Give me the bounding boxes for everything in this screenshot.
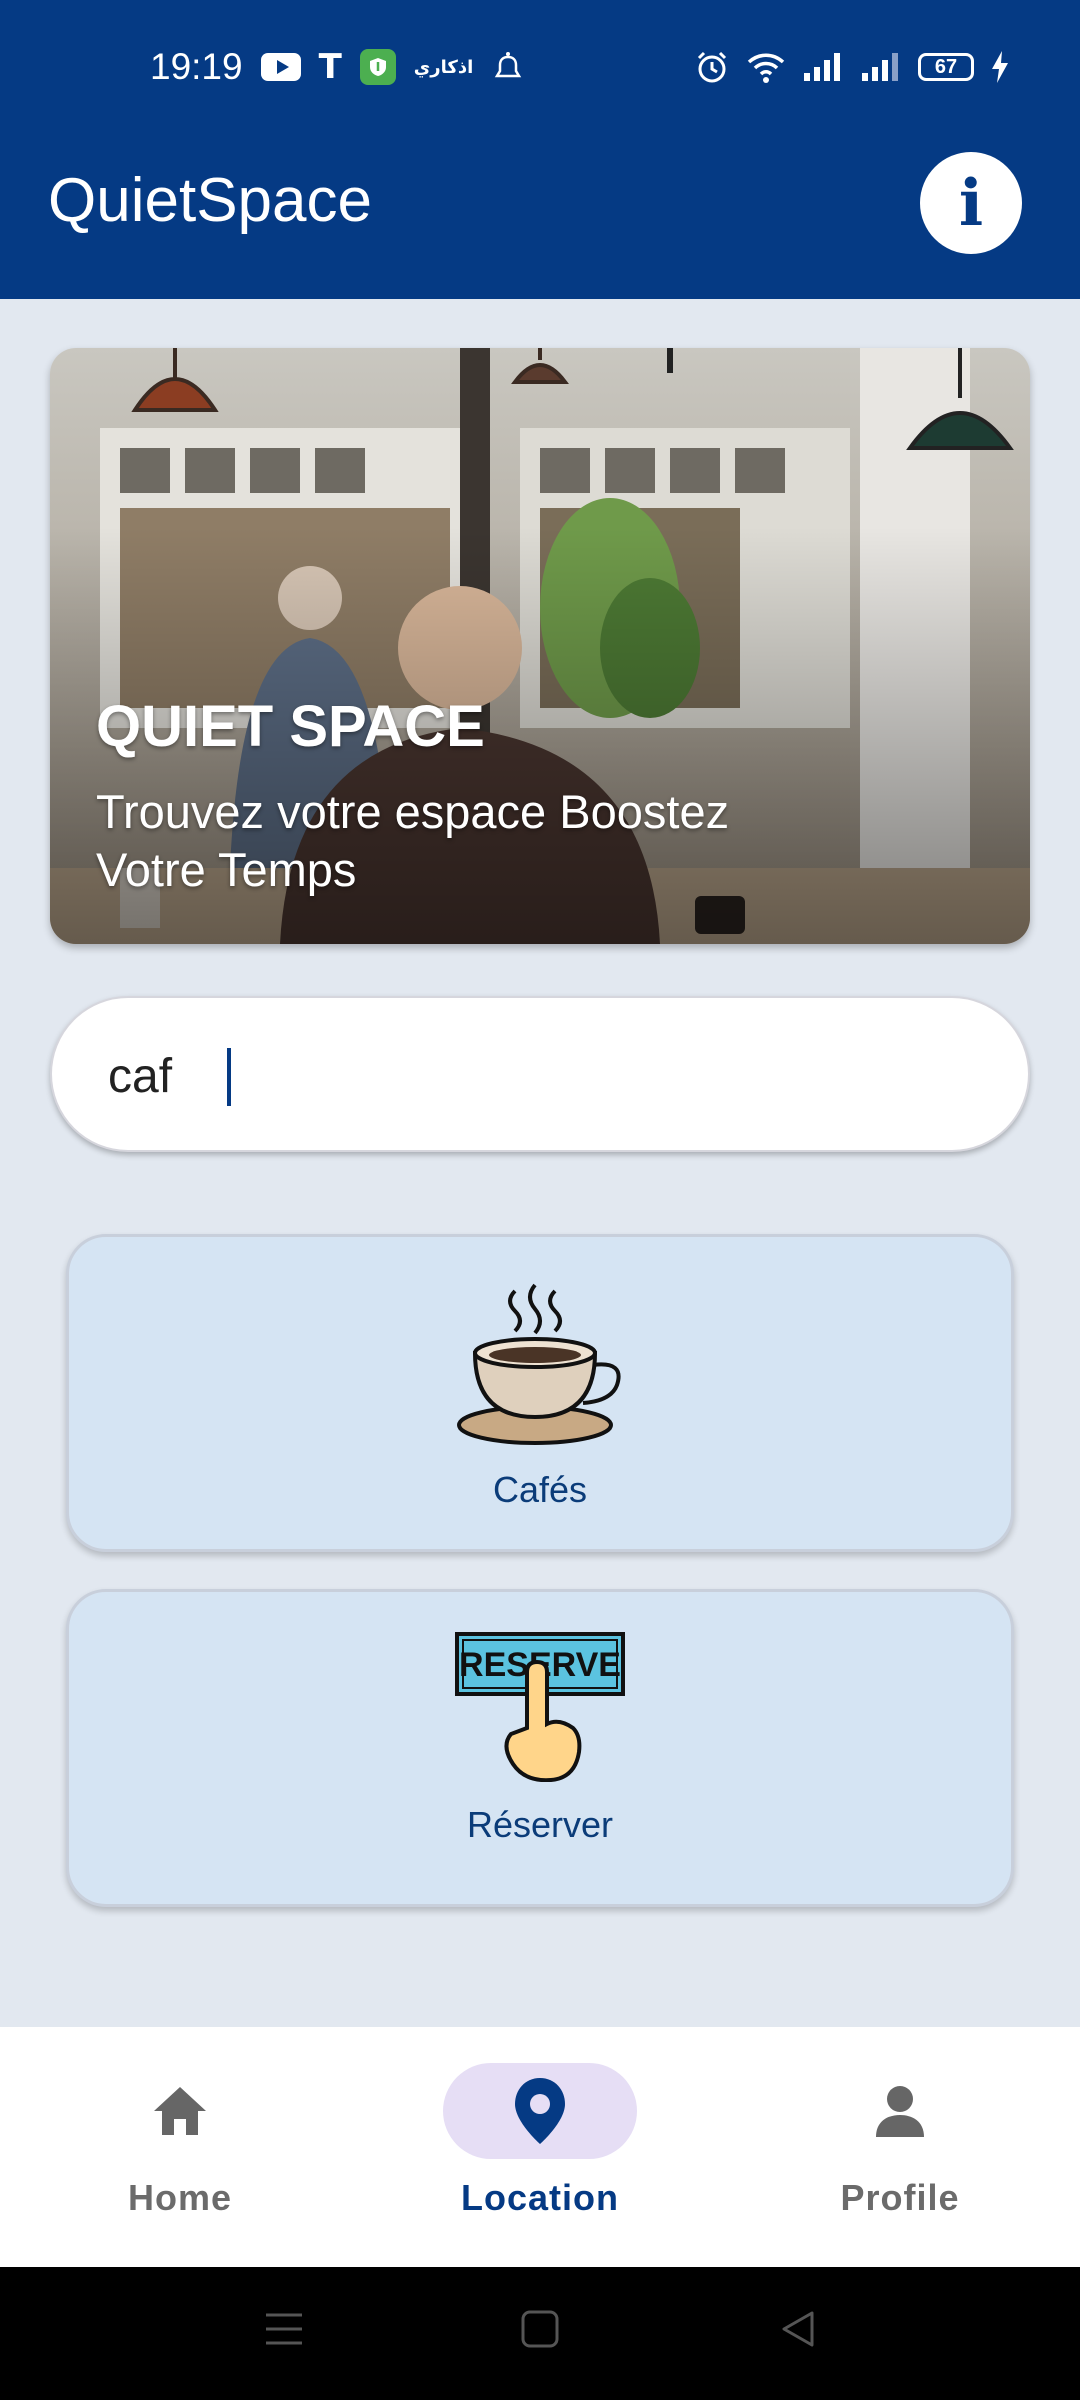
reserve-hand-icon: RESERVE (455, 1632, 625, 1782)
t-icon: T (318, 47, 342, 87)
alarm-icon (694, 49, 730, 85)
home-square-icon[interactable] (518, 2307, 562, 2351)
system-nav-bar (0, 2267, 1080, 2400)
hero-subtitle: Trouvez votre espace Boostez Votre Temps (96, 785, 730, 896)
vpn-shield-icon (359, 49, 396, 85)
battery-icon: 67 (918, 53, 974, 81)
status-time: 19:19 (150, 46, 243, 87)
nav-item-home[interactable]: Home (50, 2063, 310, 2219)
arabic-app-icon: اذكاري (413, 56, 474, 77)
nav-label-location: Location (461, 2177, 619, 2218)
category-label-reserve: Réserver (466, 1804, 614, 1845)
signal-icon (802, 51, 844, 83)
info-icon: i (958, 165, 984, 241)
location-pin-icon (515, 2078, 565, 2144)
category-card-cafes[interactable]: Cafés (66, 1234, 1014, 1552)
nav-pill-location (443, 2063, 637, 2159)
coffee-cup-icon (457, 1283, 621, 1445)
charging-icon (990, 50, 1010, 84)
nav-pill-home (83, 2063, 277, 2159)
home-icon (154, 2087, 206, 2135)
hero-banner: QUIET SPACE Trouvez votre espace Boostez… (50, 348, 1030, 944)
status-right: 67 (694, 42, 1010, 92)
app-title: QuietSpace (48, 166, 372, 235)
hero-title: QUIET SPACE (96, 694, 485, 759)
youtube-icon (260, 53, 301, 81)
wifi-icon (746, 50, 786, 84)
nav-label-home: Home (127, 2177, 233, 2218)
nav-item-location[interactable]: Location (410, 2063, 670, 2219)
bell-icon (491, 50, 525, 84)
menu-icon[interactable] (262, 2307, 306, 2351)
category-card-reserve[interactable]: RESERVE Réserver (66, 1589, 1014, 1907)
nav-pill-profile (803, 2063, 997, 2159)
bottom-nav: Home Location Profile (0, 2027, 1080, 2267)
status-left: 19:19 T اذكاري (150, 42, 525, 92)
app-bar: QuietSpace i (0, 135, 1080, 299)
signal-icon-2 (860, 51, 902, 83)
text-caret (227, 1048, 231, 1106)
search-field[interactable] (50, 996, 1030, 1152)
status-bar: 19:19 T اذكاري 67 (0, 0, 1080, 135)
back-icon[interactable] (776, 2307, 820, 2351)
info-button[interactable]: i (920, 152, 1022, 254)
category-label-cafes: Cafés (492, 1469, 588, 1510)
nav-label-profile: Profile (840, 2177, 960, 2218)
person-icon (876, 2086, 924, 2137)
search-input[interactable] (108, 1044, 968, 1108)
nav-item-profile[interactable]: Profile (770, 2063, 1030, 2219)
